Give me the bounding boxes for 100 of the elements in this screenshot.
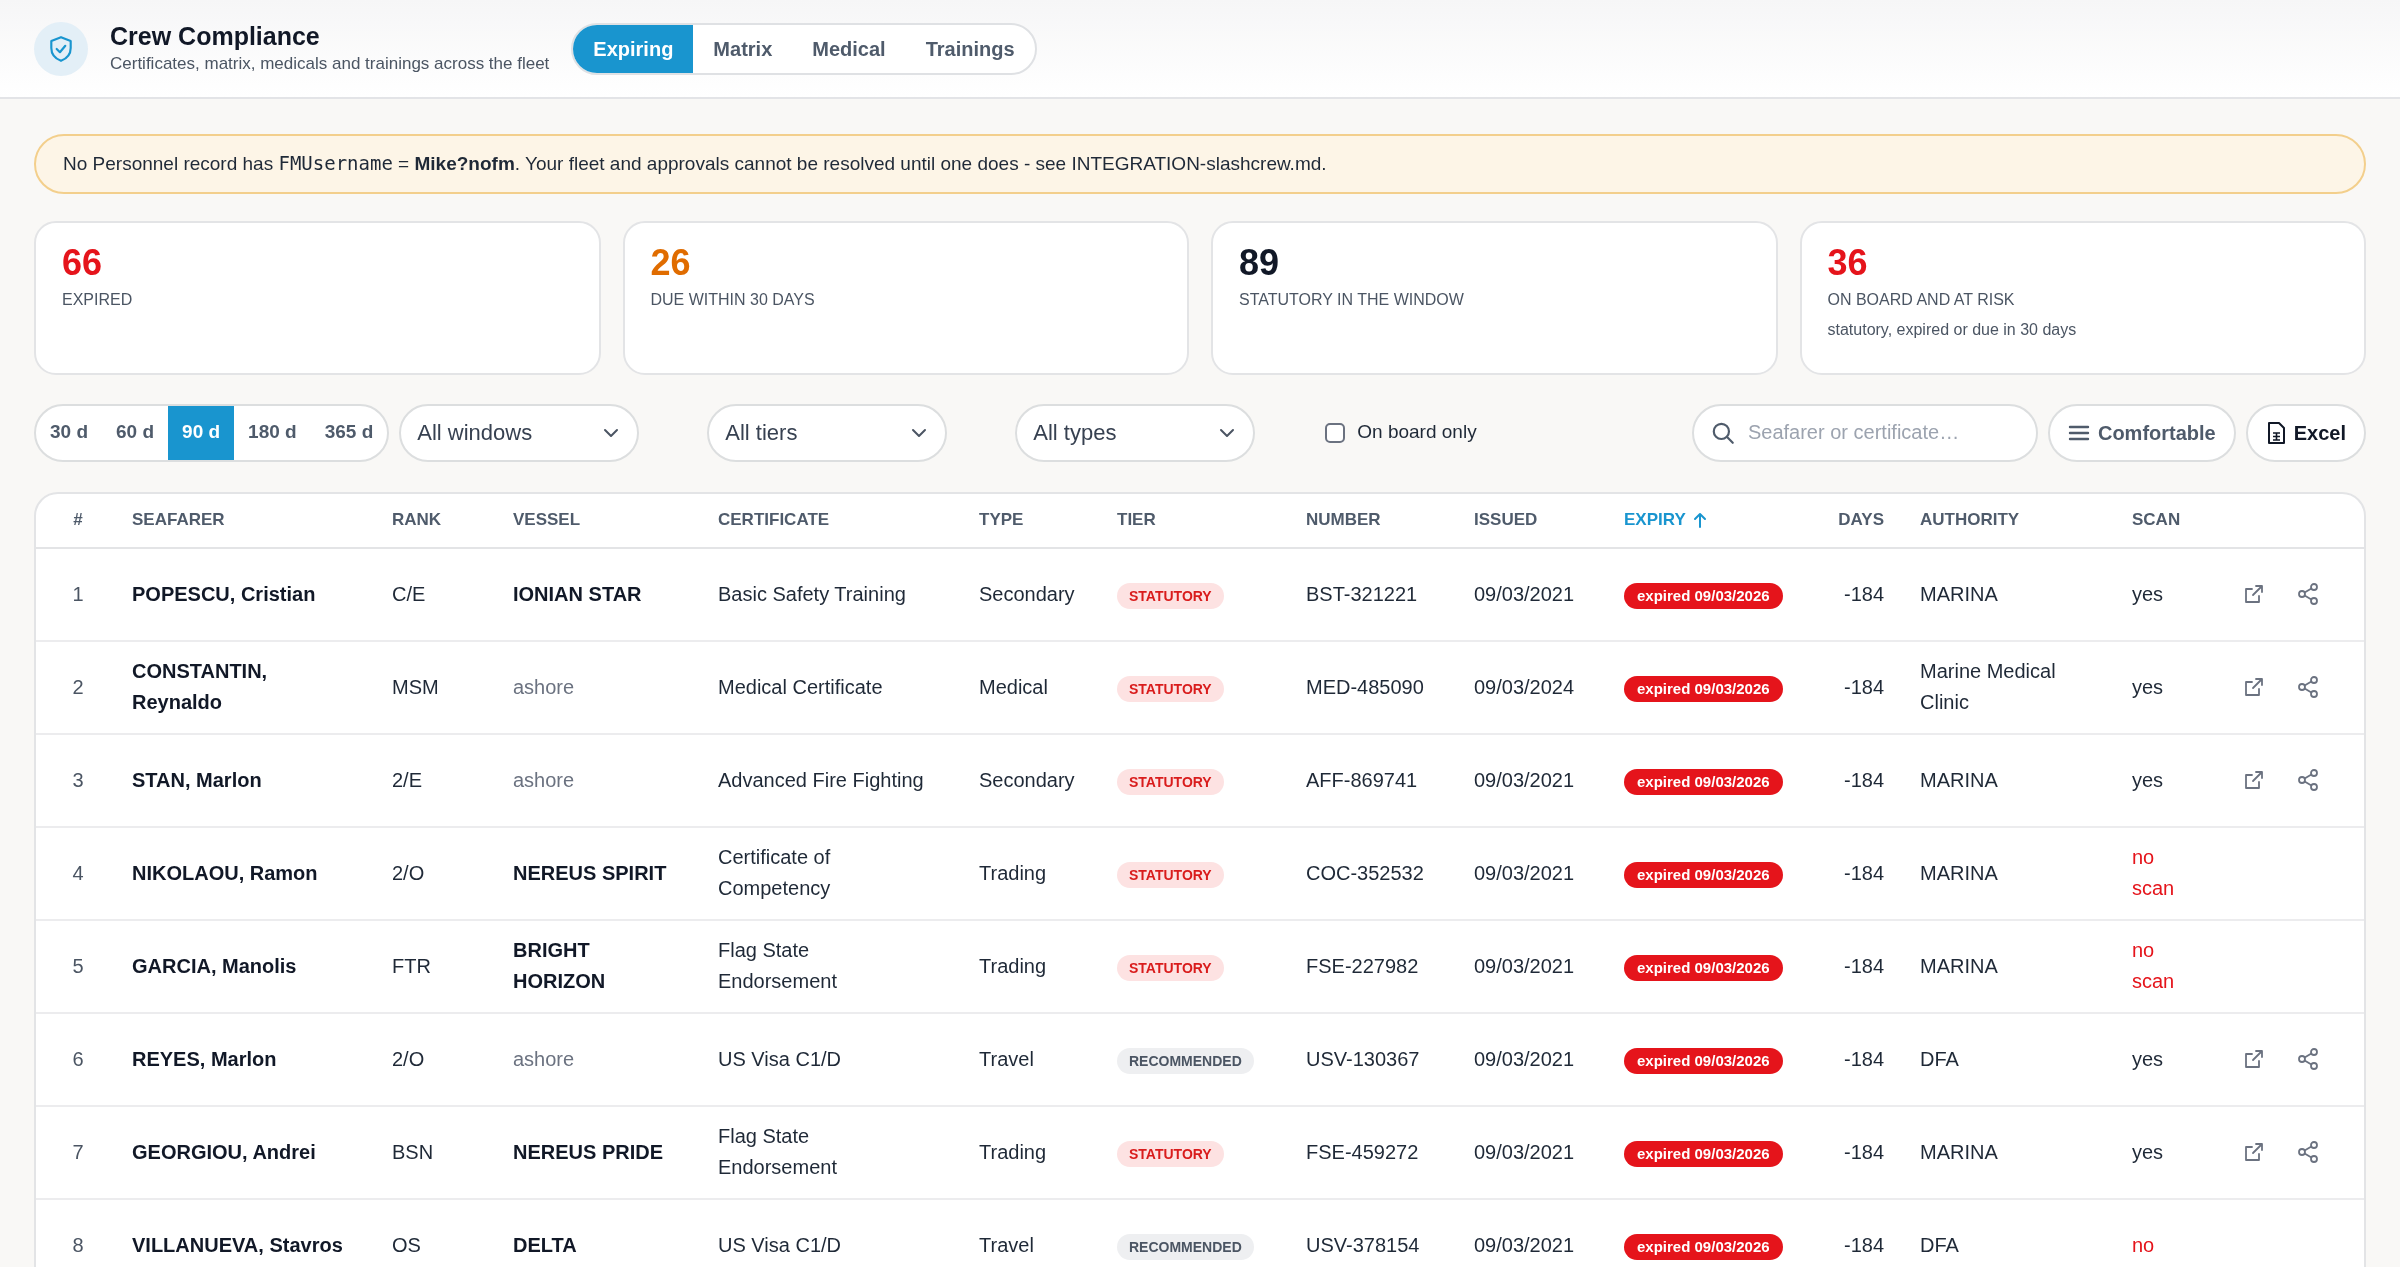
table-cell-text: MED-485090 xyxy=(1305,674,1425,700)
column-header[interactable]: AUTHORITY xyxy=(1908,507,2120,533)
checkbox-label: On board only xyxy=(1357,420,1477,445)
window-option[interactable]: 60 d xyxy=(102,405,169,460)
column-header[interactable]: RANK xyxy=(380,507,501,533)
expiry-tag: expired 09/03/2026 xyxy=(1624,768,1783,795)
table-cell-text: 09/03/2021 xyxy=(1473,860,1576,886)
table-cell-text: -184 xyxy=(1842,1046,1885,1072)
share-icon xyxy=(2296,675,2320,699)
table-cell-text: 09/03/2021 xyxy=(1473,1232,1576,1258)
table-cell-text: MARINA xyxy=(1919,767,1999,793)
seafarer-name: NIKOLAOU, Ramon xyxy=(131,860,319,886)
table-cell-text: 09/03/2021 xyxy=(1473,767,1576,793)
share-button[interactable] xyxy=(2296,582,2320,606)
window-option[interactable]: 30 d xyxy=(36,405,103,460)
column-header[interactable]: TYPE xyxy=(967,507,1105,533)
share-button[interactable] xyxy=(2296,675,2320,699)
row-number: 7 xyxy=(71,1139,85,1165)
column-header[interactable]: SCAN xyxy=(2120,507,2232,533)
filter-dropdown[interactable]: All tiers xyxy=(707,403,948,462)
seafarer-name: POPESCU, Cristian xyxy=(131,581,317,607)
column-header[interactable]: NUMBER xyxy=(1294,507,1462,533)
column-header[interactable]: # xyxy=(36,507,120,533)
filter-dropdown[interactable]: All types xyxy=(1015,403,1256,462)
table-cell-text: C/E xyxy=(391,581,427,607)
table-cell-text: Secondary xyxy=(978,581,1076,607)
warning-banner: No Personnel record has FMUsername = Mike?nofm. Your fleet and approvals cannot be resolved until one does - see INTEGRATION-slashcrew.md. xyxy=(34,134,2366,194)
table-cell-text: Trading xyxy=(978,860,1048,886)
table-cell-text: 2/O xyxy=(391,1046,426,1072)
search-field[interactable]: Seafarer or certificate… xyxy=(1691,403,2038,462)
open-external-button[interactable] xyxy=(2242,1140,2266,1164)
table-cell-text: Advanced Fire Fighting xyxy=(717,767,925,793)
column-header[interactable]: ISSUED xyxy=(1462,507,1612,533)
table-cell-text: 09/03/2021 xyxy=(1473,1046,1576,1072)
table-cell-text: BSN xyxy=(391,1139,435,1165)
stat-value: 26 xyxy=(650,242,692,283)
tab[interactable]: Matrix xyxy=(693,24,793,73)
vessel-name: NEREUS PRIDE xyxy=(512,1139,665,1165)
tab[interactable]: Trainings xyxy=(905,24,1035,73)
stat-value: 89 xyxy=(1239,242,1281,283)
seafarer-name: STAN, Marlon xyxy=(131,767,263,793)
table-cell-text: FSE-227982 xyxy=(1305,953,1420,979)
row-number: 1 xyxy=(71,581,85,607)
share-button[interactable] xyxy=(2296,1140,2320,1164)
vessel-name: BRIGHT HORIZON xyxy=(512,938,607,994)
window-option[interactable]: 180 d xyxy=(234,405,311,460)
table-cell-text: Trading xyxy=(978,1139,1048,1165)
share-button[interactable] xyxy=(2296,1047,2320,1071)
column-header[interactable]: TIER xyxy=(1105,507,1294,533)
table-cell-text: 09/03/2024 xyxy=(1473,674,1576,700)
table-cell-text: 09/03/2021 xyxy=(1473,1139,1576,1165)
tab[interactable]: Medical xyxy=(792,24,906,73)
table-cell-text: US Visa C1/D xyxy=(717,1046,842,1072)
table-cell-text: 09/03/2021 xyxy=(1473,581,1576,607)
share-button[interactable] xyxy=(2296,768,2320,792)
table-cell-text: USV-378154 xyxy=(1305,1232,1421,1258)
table-cell-text: Medical Certificate xyxy=(717,674,884,700)
row-number: 6 xyxy=(71,1046,85,1072)
table-cell-text: Travel xyxy=(978,1232,1035,1258)
seafarer-name: GARCIA, Manolis xyxy=(131,953,298,979)
open-external-button[interactable] xyxy=(2242,768,2266,792)
stat-note: statutory, expired or due in 30 days xyxy=(1827,320,2078,341)
table-cell-text: USV-130367 xyxy=(1305,1046,1421,1072)
column-header[interactable]: DAYS xyxy=(1808,507,1908,533)
row-number: 3 xyxy=(71,767,85,793)
external-link-icon xyxy=(2242,768,2266,792)
column-header[interactable]: CERTIFICATE xyxy=(706,507,967,533)
row-number: 2 xyxy=(71,674,85,700)
table-cell-text: FTR xyxy=(391,953,432,979)
tier-tag: RECOMMENDED xyxy=(1117,1047,1254,1074)
window-option[interactable]: 365 d xyxy=(310,405,388,460)
stat-value: 66 xyxy=(62,242,104,283)
filter-dropdown[interactable]: All windows xyxy=(399,403,640,462)
density-button[interactable]: Comfortable xyxy=(2047,403,2236,462)
open-external-button[interactable] xyxy=(2242,582,2266,606)
table-cell-text: Secondary xyxy=(978,767,1076,793)
scan-status: yes xyxy=(2131,767,2165,793)
on-board-checkbox[interactable] xyxy=(1325,422,1346,443)
sort-up-arrow-icon xyxy=(1691,511,1708,529)
table-cell-text: FSE-459272 xyxy=(1305,1139,1420,1165)
expiry-tag: expired 09/03/2026 xyxy=(1624,675,1783,702)
table-cell-text: AFF-869741 xyxy=(1305,767,1419,793)
seafarer-name: GEORGIOU, Andrei xyxy=(131,1139,317,1165)
tier-tag: STATUTORY xyxy=(1117,675,1224,702)
column-header[interactable]: SEAFARER xyxy=(120,507,380,533)
table-cell-text: MARINA xyxy=(1919,860,1999,886)
table-cell-text: -184 xyxy=(1842,674,1885,700)
shield-check-icon xyxy=(48,34,74,63)
open-external-button[interactable] xyxy=(2242,675,2266,699)
table-cell-text: DFA xyxy=(1919,1046,1960,1072)
tier-tag: STATUTORY xyxy=(1117,1140,1224,1167)
table-cell-text: Trading xyxy=(978,953,1048,979)
table-cell-text: -184 xyxy=(1842,953,1885,979)
column-header[interactable]: VESSEL xyxy=(501,507,706,533)
open-external-button[interactable] xyxy=(2242,1047,2266,1071)
excel-button[interactable]: Excel xyxy=(2245,403,2366,462)
spreadsheet-file-icon xyxy=(2265,420,2286,445)
table-cell-text: MSM xyxy=(391,674,440,700)
table-cell-text: US Visa C1/D xyxy=(717,1232,842,1258)
seafarer-name: VILLANUEVA, Stavros xyxy=(131,1232,344,1258)
